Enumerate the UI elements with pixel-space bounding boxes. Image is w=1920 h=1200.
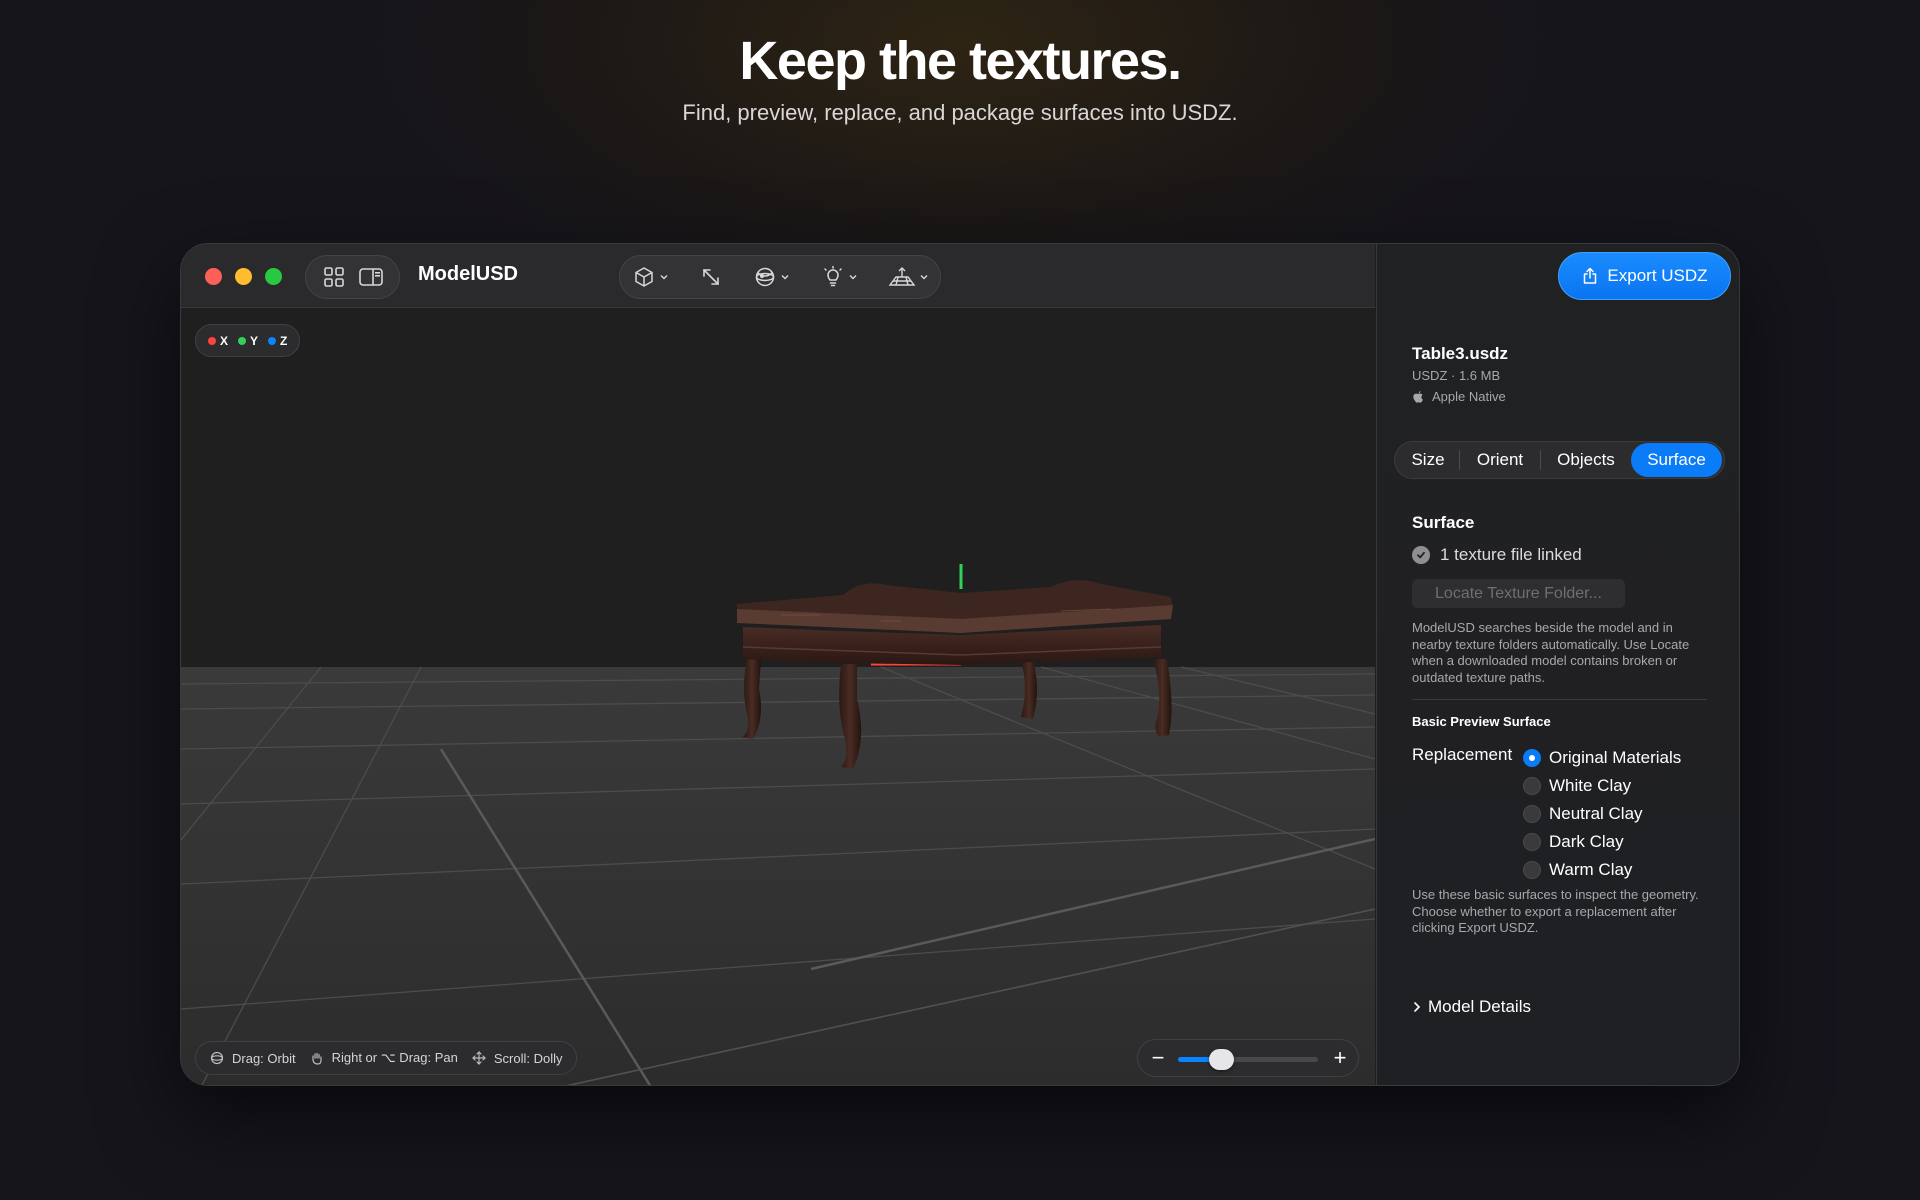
chevron-down-icon: [920, 275, 928, 280]
axis-z: Z: [268, 334, 287, 348]
hero-subtitle: Find, preview, replace, and package surf…: [682, 100, 1238, 125]
preview-surface-title: Basic Preview Surface: [1412, 714, 1551, 729]
title-bar: ModelUSD: [181, 244, 1375, 308]
scene-render: [181, 309, 1375, 1085]
inspector-tabs: Size Orient Objects Surface: [1394, 441, 1725, 479]
app-window: ModelUSD X Y Z Drag: Orbit Right or ⌥ Dr…: [180, 243, 1740, 1086]
share-icon: [1584, 267, 1597, 284]
radio-dark-clay[interactable]: Dark Clay: [1523, 828, 1681, 856]
minimize-window-button[interactable]: [235, 268, 252, 285]
hint-dolly: Scroll: Dolly: [471, 1051, 562, 1066]
native-badge: Apple Native: [1412, 389, 1506, 404]
grid-view-icon[interactable]: [321, 264, 347, 290]
replacement-radio-group: Original Materials White Clay Neutral Cl…: [1523, 744, 1681, 884]
fit-to-view-button[interactable]: [700, 262, 722, 292]
tab-surface[interactable]: Surface: [1631, 443, 1722, 477]
apple-icon: [1413, 391, 1423, 403]
lighting-menu[interactable]: [821, 262, 857, 292]
zoom-window-button[interactable]: [265, 268, 282, 285]
radio-button[interactable]: [1523, 777, 1541, 795]
chevron-down-icon: [660, 275, 668, 280]
orbit-icon: [210, 1051, 224, 1065]
export-usdz-button[interactable]: Export USDZ: [1558, 252, 1731, 300]
radio-white-clay[interactable]: White Clay: [1523, 772, 1681, 800]
inspector-sidebar: Export USDZ Table3.usdz USDZ · 1.6 MB Ap…: [1376, 244, 1739, 1085]
expand-arrows-icon: [702, 269, 719, 285]
replacement-label: Replacement: [1412, 745, 1513, 764]
locate-texture-folder-button[interactable]: Locate Texture Folder...: [1412, 579, 1625, 608]
hint-pan: Right or ⌥ Drag: Pan: [310, 1050, 458, 1066]
tab-size[interactable]: Size: [1397, 443, 1459, 477]
sidebar-toggle-icon[interactable]: [358, 264, 384, 290]
zoom-out-button[interactable]: −: [1146, 1046, 1170, 1070]
ground-grid-icon: [888, 267, 916, 286]
radio-neutral-clay[interactable]: Neutral Clay: [1523, 800, 1681, 828]
close-window-button[interactable]: [205, 268, 222, 285]
texture-link-status: 1 texture file linked: [1412, 545, 1582, 565]
tab-objects[interactable]: Objects: [1541, 443, 1631, 477]
material-menu[interactable]: [753, 262, 789, 292]
main-area: ModelUSD X Y Z Drag: Orbit Right or ⌥ Dr…: [181, 244, 1375, 1085]
viewport-toolbar: [619, 255, 941, 299]
axis-x: X: [208, 334, 228, 348]
radio-button-selected[interactable]: [1523, 749, 1541, 767]
hand-icon: [311, 1052, 322, 1065]
radio-button[interactable]: [1523, 833, 1541, 851]
view-mode-toggle: [305, 255, 400, 299]
lightbulb-icon: [823, 265, 842, 287]
app-title: ModelUSD: [418, 263, 518, 285]
zoom-slider-knob[interactable]: [1209, 1049, 1234, 1070]
file-meta: USDZ · 1.6 MB: [1412, 368, 1501, 383]
section-divider: [1412, 699, 1707, 700]
radio-warm-clay[interactable]: Warm Clay: [1523, 856, 1681, 884]
chevron-down-icon: [849, 275, 856, 280]
hint-orbit: Drag: Orbit: [210, 1051, 296, 1066]
axis-y: Y: [238, 334, 258, 348]
chevron-right-icon: [1414, 1002, 1421, 1012]
tab-orient[interactable]: Orient: [1460, 443, 1540, 477]
radio-button[interactable]: [1523, 805, 1541, 823]
file-name: Table3.usdz: [1412, 344, 1509, 363]
radio-button[interactable]: [1523, 861, 1541, 879]
material-sphere-icon: [755, 267, 775, 287]
zoom-slider[interactable]: [1178, 1049, 1318, 1070]
hero-title: Keep the textures.: [739, 31, 1182, 91]
navigation-hints: Drag: Orbit Right or ⌥ Drag: Pan Scroll:…: [195, 1041, 578, 1075]
3d-viewport[interactable]: X Y Z Drag: Orbit Right or ⌥ Drag: Pan S…: [181, 309, 1375, 1085]
model-details-disclosure[interactable]: Model Details: [1412, 997, 1531, 1017]
surface-help-text: ModelUSD searches beside the model and i…: [1412, 620, 1690, 685]
display-mode-menu[interactable]: [632, 262, 668, 292]
cube-icon: [635, 267, 653, 287]
ground-menu[interactable]: [888, 262, 928, 292]
zoom-control: − +: [1137, 1039, 1359, 1077]
checkmark-icon: [1412, 546, 1430, 564]
chevron-down-icon: [781, 275, 789, 280]
radio-original-materials[interactable]: Original Materials: [1523, 744, 1681, 772]
preview-help-text: Use these basic surfaces to inspect the …: [1412, 887, 1699, 935]
surface-section-title: Surface: [1412, 513, 1475, 532]
zoom-in-button[interactable]: +: [1328, 1046, 1352, 1070]
axis-legend: X Y Z: [195, 324, 301, 357]
move-arrows-icon: [471, 1051, 486, 1065]
